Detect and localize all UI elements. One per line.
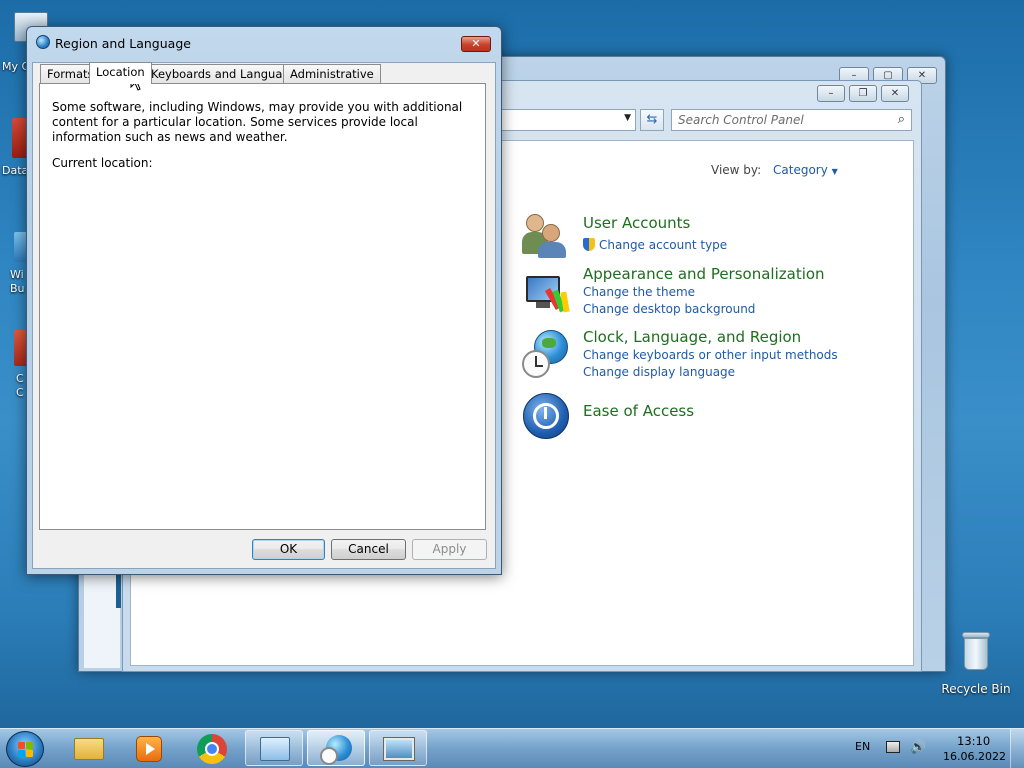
view-by-label: View by: <box>711 163 762 177</box>
category-title-appearance[interactable]: Appearance and Personalization <box>583 265 825 283</box>
current-location-label: Current location: <box>52 156 153 170</box>
globe-clock-icon[interactable] <box>522 330 570 378</box>
link-change-keyboards[interactable]: Change keyboards or other input methods <box>583 348 838 362</box>
show-desktop-button[interactable] <box>1010 729 1024 768</box>
link-change-account-type[interactable]: Change account type <box>583 238 727 252</box>
category-title-ease-of-access[interactable]: Ease of Access <box>583 402 694 420</box>
dialog-title: Region and Language <box>55 36 191 51</box>
inner-restore-button[interactable]: ❐ <box>849 85 877 102</box>
file-explorer-icon <box>74 738 104 760</box>
inner-minimize-button[interactable]: – <box>817 85 845 102</box>
shield-icon <box>583 238 595 251</box>
location-tab-panel <box>39 83 486 530</box>
category-title-user-accounts[interactable]: User Accounts <box>583 214 690 232</box>
windows-logo-icon <box>18 742 34 758</box>
taskbar-file-explorer[interactable] <box>60 730 118 766</box>
search-icon[interactable]: ⌕ <box>898 112 905 127</box>
clock-date[interactable]: 16.06.2022 <box>943 750 1006 763</box>
taskbar-control-panel[interactable] <box>245 730 303 766</box>
clock-time[interactable]: 13:10 <box>957 734 990 748</box>
search-input[interactable]: Search Control Panel ⌕ <box>671 109 912 131</box>
apply-button[interactable]: Apply <box>412 539 487 560</box>
address-dropdown-icon[interactable]: ▼ <box>624 113 631 123</box>
link-change-desktop-background[interactable]: Change desktop background <box>583 302 755 316</box>
network-icon[interactable] <box>886 741 900 753</box>
taskbar-region-language[interactable] <box>307 730 365 766</box>
cancel-button[interactable]: Cancel <box>331 539 406 560</box>
tab-administrative[interactable]: Administrative <box>283 64 381 84</box>
start-button[interactable] <box>6 731 44 767</box>
category-title-clock-language-region[interactable]: Clock, Language, and Region <box>583 328 801 346</box>
taskbar-chrome[interactable] <box>182 730 240 766</box>
recycle-bin-icon <box>961 628 991 672</box>
taskbar-media-player[interactable] <box>120 730 178 766</box>
recycle-bin-label: Recycle Bin <box>941 682 1011 696</box>
link-change-theme[interactable]: Change the theme <box>583 285 695 299</box>
users-icon[interactable] <box>522 212 570 260</box>
volume-icon[interactable]: 🔊 <box>910 740 926 755</box>
recycle-bin[interactable]: Recycle Bin <box>936 628 1016 696</box>
desktop-icon-shortcut-1-label: Data <box>2 164 29 177</box>
dialog-close-button[interactable]: ✕ <box>461 36 491 52</box>
ease-of-access-icon[interactable] <box>523 393 571 441</box>
language-indicator[interactable]: EN <box>855 740 870 753</box>
tab-location[interactable]: Location <box>89 62 152 84</box>
control-panel-icon <box>260 737 290 761</box>
address-bar[interactable]: ▼ <box>490 109 636 131</box>
photo-viewer-icon <box>383 737 415 761</box>
globe-icon <box>36 35 50 49</box>
view-by: View by: Category ▼ <box>711 163 838 177</box>
link-change-display-language[interactable]: Change display language <box>583 365 735 379</box>
chevron-down-icon: ▼ <box>831 167 838 176</box>
desktop-icon-shortcut-2-label: Wi Bu <box>10 268 25 295</box>
close-icon: ✕ <box>471 37 481 50</box>
left-pane-accent <box>116 570 121 608</box>
monitor-paint-icon[interactable] <box>522 270 570 318</box>
inner-close-button[interactable]: ✕ <box>881 85 909 102</box>
location-description: Some software, including Windows, may pr… <box>52 100 463 144</box>
view-by-dropdown[interactable]: Category ▼ <box>773 163 838 177</box>
search-placeholder: Search Control Panel <box>678 113 804 127</box>
refresh-button[interactable]: ⇆ <box>640 109 664 131</box>
desktop-icon-shortcut-3-label: CC <box>16 372 24 399</box>
refresh-icon: ⇆ <box>646 112 658 127</box>
ok-button[interactable]: OK <box>252 539 325 560</box>
taskbar-photo-viewer[interactable] <box>369 730 427 766</box>
